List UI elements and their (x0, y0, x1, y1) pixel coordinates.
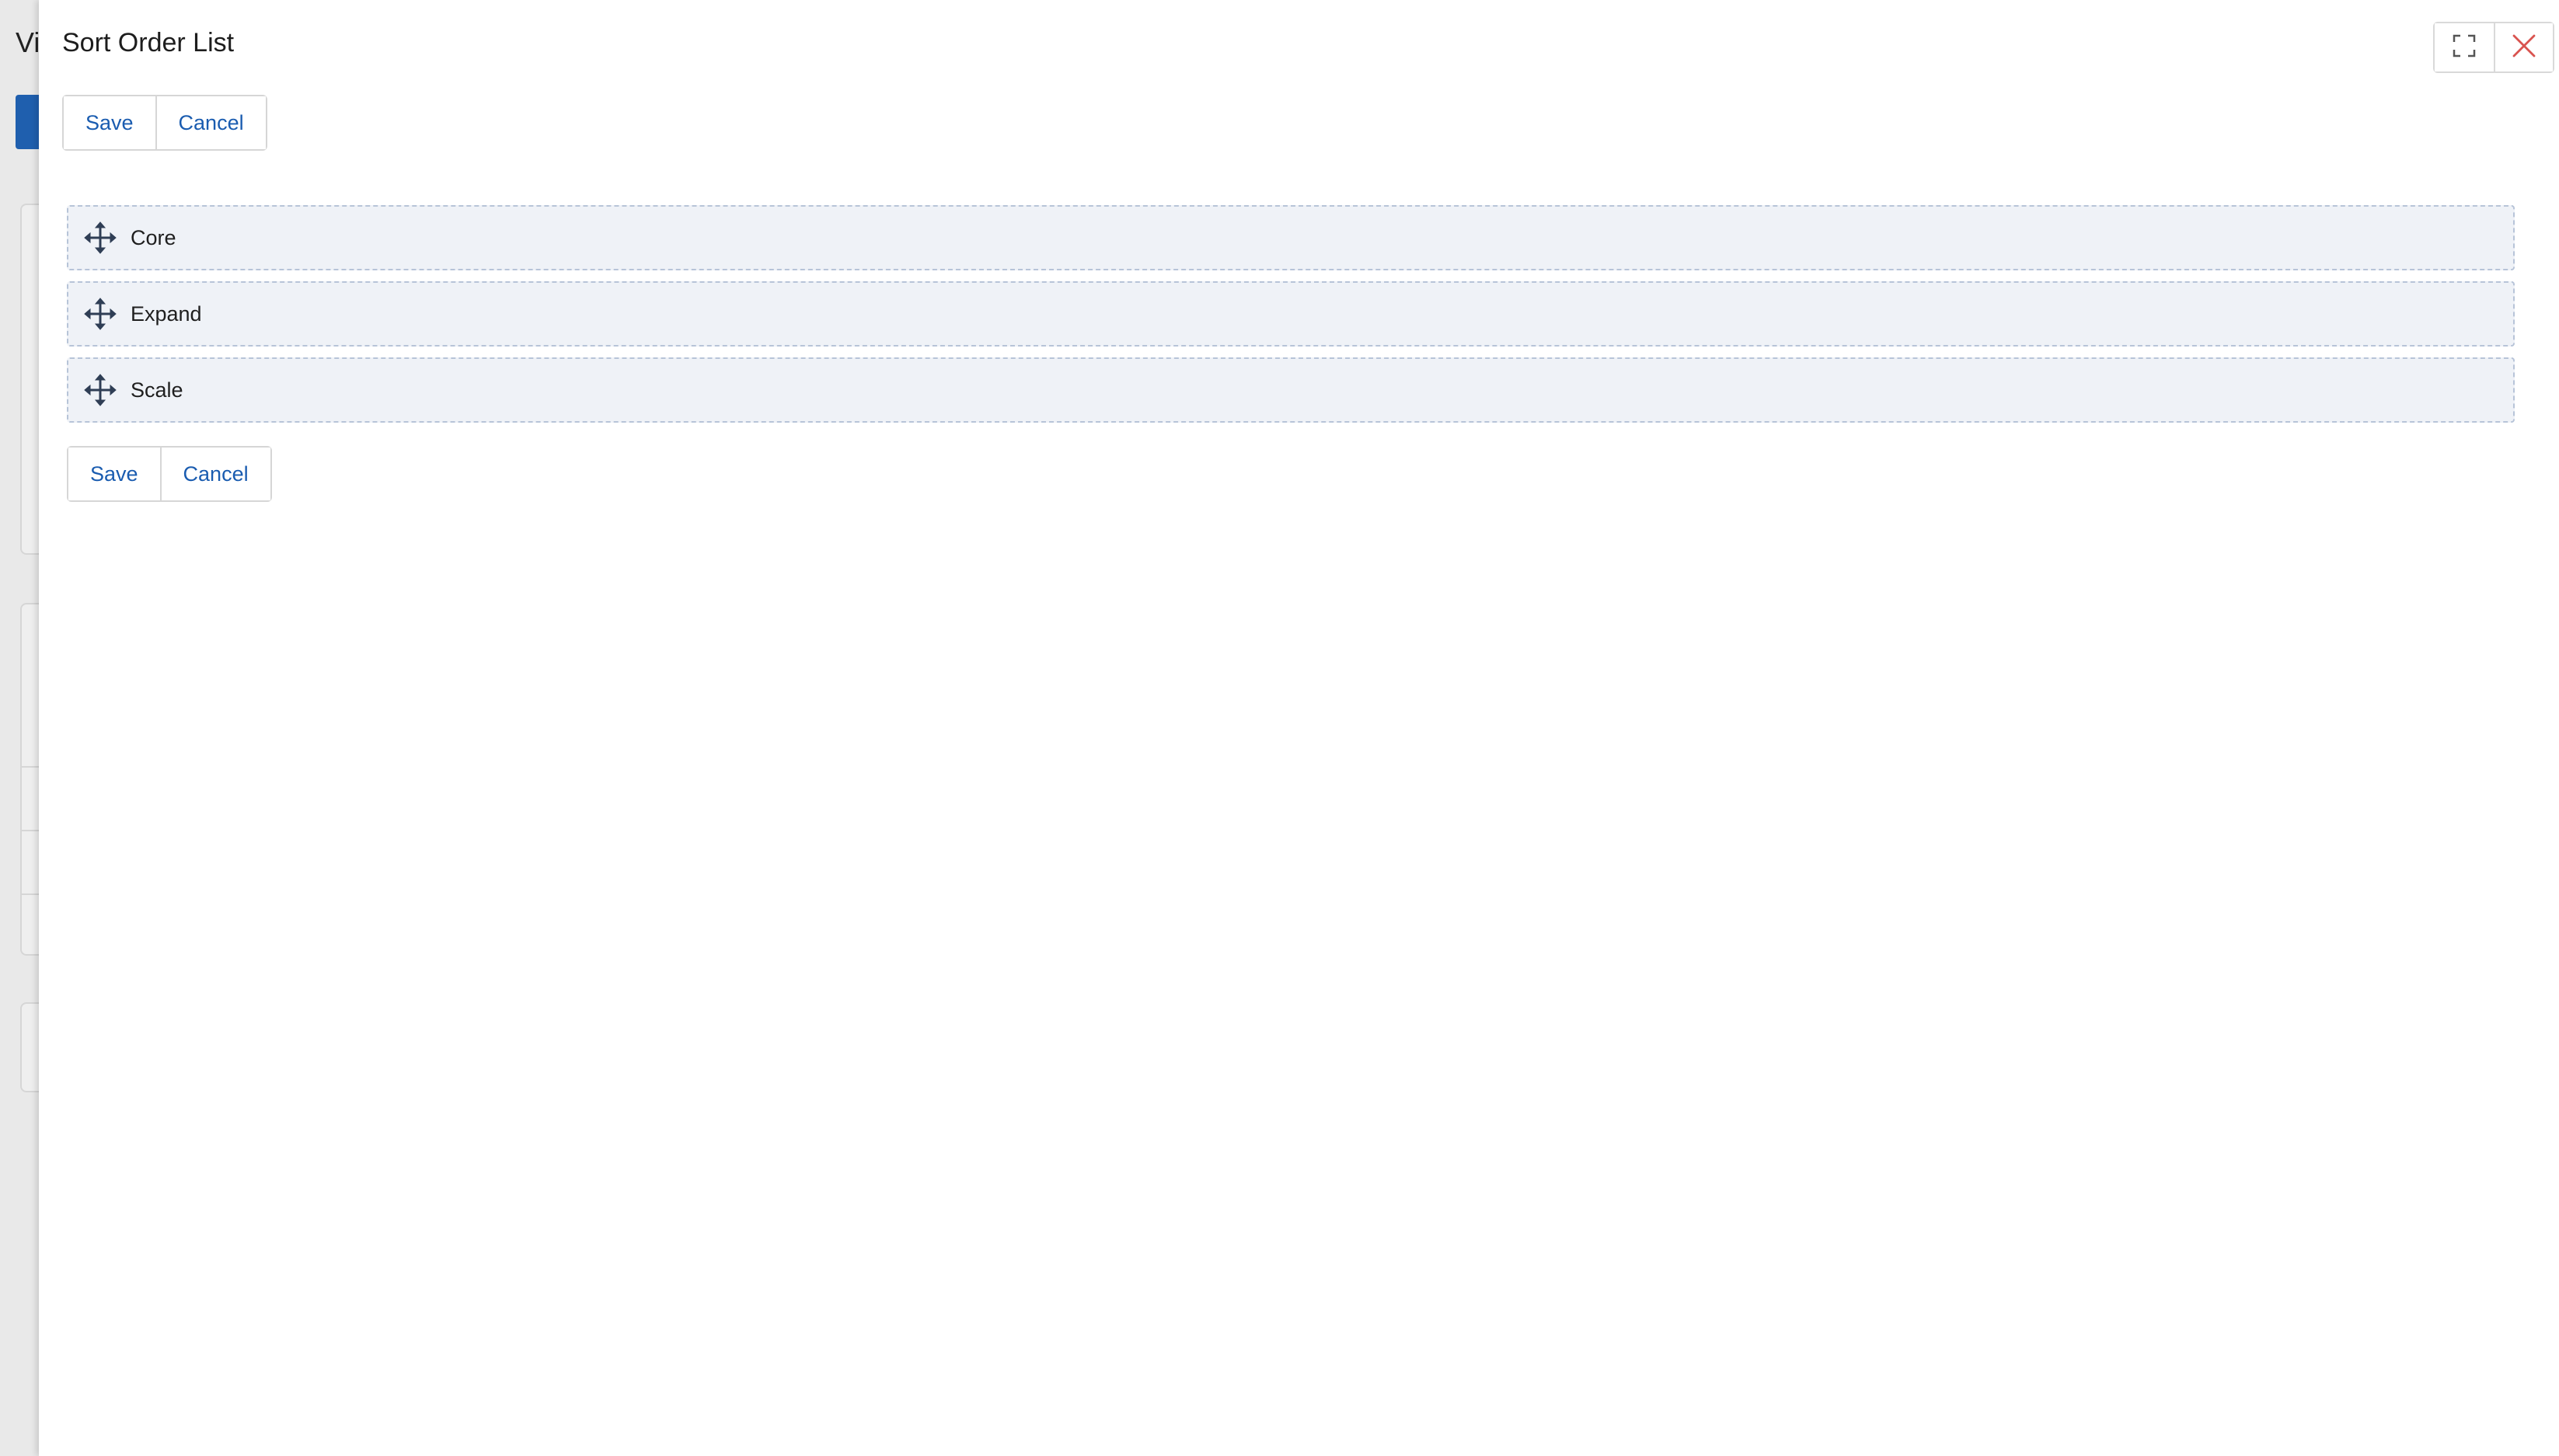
drag-move-icon[interactable] (82, 372, 118, 408)
close-button[interactable] (2494, 23, 2553, 71)
cancel-button[interactable]: Cancel (159, 448, 270, 500)
drag-move-icon[interactable] (82, 220, 118, 256)
sort-item[interactable]: Core (67, 205, 2515, 270)
sort-item-label: Scale (131, 378, 183, 402)
bottom-action-group: Save Cancel (67, 446, 272, 502)
window-controls (2433, 22, 2554, 73)
cancel-button[interactable]: Cancel (155, 96, 266, 149)
save-button[interactable]: Save (64, 96, 155, 149)
save-button[interactable]: Save (68, 448, 160, 500)
sort-item[interactable]: Expand (67, 281, 2515, 347)
sort-item[interactable]: Scale (67, 357, 2515, 423)
sort-list: Core Expand Scale (67, 205, 2515, 434)
top-action-group: Save Cancel (62, 95, 267, 151)
drag-move-icon[interactable] (82, 296, 118, 332)
sort-item-label: Core (131, 225, 176, 249)
drawer-title: Sort Order List (62, 28, 235, 57)
background-page-title: Vi (16, 26, 40, 58)
sort-item-label: Expand (131, 301, 202, 326)
sort-order-drawer: Sort Order List Save Cancel Core Expand … (39, 0, 2559, 1456)
close-icon (2512, 33, 2536, 62)
fullscreen-icon (2453, 34, 2476, 61)
fullscreen-button[interactable] (2435, 23, 2494, 71)
